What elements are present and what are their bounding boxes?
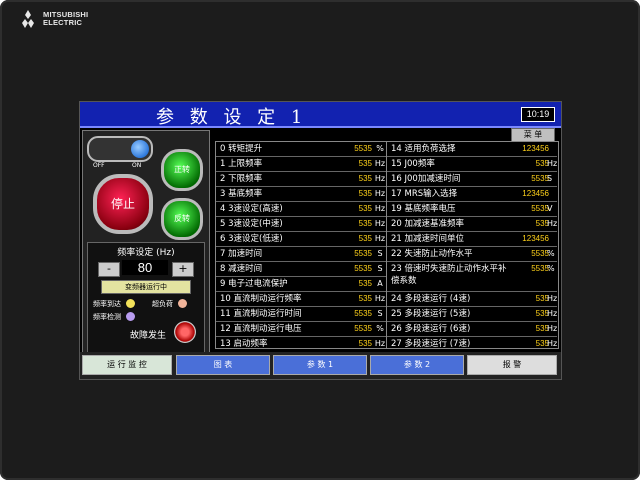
frequency-panel: 频率设定 (Hz) - 80 + 变频器运行中 频率到达 超负荷 频率检测 故障… [87, 242, 205, 370]
parameter-row[interactable]: 0 转矩提升 5535% [216, 142, 386, 157]
parameter-column-left: 0 转矩提升 5535% 1 上限频率 535 Hz 2 下限频率 535 Hz 3 基底… [216, 142, 387, 351]
three-diamonds-icon [22, 10, 34, 28]
parameter-row[interactable]: 17 MRS输入选择 123456 [387, 187, 557, 202]
parameter-row[interactable]: 4 3速设定(高速) 535 Hz [216, 202, 386, 217]
nav-params1-button[interactable]: 参 数 1 [273, 355, 367, 375]
freq-reached-lamp-icon [126, 299, 135, 308]
parameter-row[interactable]: 24 多段速运行 (4速) 535 Hz [387, 292, 557, 307]
clock-display: 10:19 [521, 107, 555, 122]
parameter-row[interactable]: 13 启动频率 535 Hz [216, 337, 386, 351]
forward-button[interactable]: 正转 [161, 149, 203, 191]
parameter-column-right: 14 适用负荷选择 123456 15 J00频率 535 Hz 16 J00加减速时… [387, 142, 557, 351]
control-panel: OFF ON 停止 正转 反转 频率设定 (Hz) - 80 + 变频器运行中 … [82, 130, 210, 375]
parameter-row[interactable]: 21 加减速时间单位 123456 [387, 232, 557, 247]
frequency-value-field[interactable]: 80 [122, 260, 168, 275]
frequency-increase-button[interactable]: + [172, 262, 194, 277]
brand-name-line2: ELECTRIC [43, 18, 83, 27]
parameter-row[interactable]: 5 3速设定(中速) 535 Hz [216, 217, 386, 232]
parameter-row[interactable]: 16 J00加减速时间 5535 S [387, 172, 557, 187]
parameter-row[interactable]: 3 基底频率 535 Hz [216, 187, 386, 202]
parameter-row[interactable]: 8 减速时间 5535 S [216, 262, 386, 277]
parameter-row[interactable]: 12 直流制动运行电压 5535% [216, 322, 386, 337]
toggle-on-label: ON [132, 162, 142, 169]
fault-label: 故障发生 [130, 331, 167, 341]
hmi-bezel: MITSUBISHI ELECTRIC 参 数 设 定 1 10:19 菜 单 … [0, 0, 640, 480]
page-title: 参 数 设 定 1 [156, 107, 308, 128]
parameter-row[interactable]: 20 加减速基准频率 535 Hz [387, 217, 557, 232]
parameter-row[interactable]: 11 直流制动运行时间 5535 S [216, 307, 386, 322]
freq-reached-label: 频率到达 [93, 300, 121, 308]
overload-label: 超负荷 [152, 300, 173, 308]
inverter-running-button[interactable]: 变频器运行中 [101, 280, 191, 294]
navigation-bar: 运 行 监 控 图 表 参 数 1 参 数 2 报 警 [80, 352, 561, 379]
parameter-row[interactable]: 14 适用负荷选择 123456 [387, 142, 557, 157]
power-toggle[interactable] [87, 136, 153, 162]
nav-chart-button[interactable]: 图 表 [176, 355, 270, 375]
fault-reset-button[interactable] [174, 321, 196, 343]
nav-params2-button[interactable]: 参 数 2 [370, 355, 464, 375]
parameter-row[interactable]: 7 加速时间 5535 S [216, 247, 386, 262]
parameter-row[interactable]: 15 J00频率 535 Hz [387, 157, 557, 172]
parameter-row[interactable]: 2 下限频率 535 Hz [216, 172, 386, 187]
hmi-screen: 参 数 设 定 1 10:19 菜 单 OFF ON 停止 正转 反转 频率设定… [79, 101, 562, 380]
frequency-title: 频率设定 (Hz) [117, 248, 175, 258]
parameter-row[interactable]: 1 上限频率 535 Hz [216, 157, 386, 172]
parameter-table: 0 转矩提升 5535% 1 上限频率 535 Hz 2 下限频率 535 Hz 3 基底… [215, 141, 559, 349]
nav-alarm-button[interactable]: 报 警 [467, 355, 557, 375]
brand-logo: MITSUBISHI ELECTRIC [18, 10, 88, 28]
menu-button[interactable]: 菜 单 [511, 128, 555, 142]
parameter-row[interactable]: 19 基底频率电压 5535 V [387, 202, 557, 217]
parameter-row[interactable]: 23 倍速时失速防止动作水平补偿系数 5535% [387, 262, 557, 292]
parameter-row[interactable]: 26 多段速运行 (6速) 535 Hz [387, 322, 557, 337]
parameter-row[interactable]: 27 多段速运行 (7速) 535 Hz [387, 337, 557, 351]
parameter-row[interactable]: 25 多段速运行 (5速) 535 Hz [387, 307, 557, 322]
toggle-off-label: OFF [93, 162, 105, 169]
stop-button[interactable]: 停止 [93, 174, 153, 234]
nav-run-monitor-button[interactable]: 运 行 监 控 [82, 355, 172, 375]
freq-detect-label: 频率检测 [93, 313, 121, 321]
parameter-row[interactable]: 9 电子过电流保护 535 A [216, 277, 386, 292]
overload-lamp-icon [178, 299, 187, 308]
reverse-button[interactable]: 反转 [161, 198, 203, 240]
parameter-row[interactable]: 10 直流制动运行频率 535 Hz [216, 292, 386, 307]
title-bar: 参 数 设 定 1 10:19 [80, 102, 561, 128]
parameter-row[interactable]: 6 3速设定(低速) 535 Hz [216, 232, 386, 247]
frequency-decrease-button[interactable]: - [98, 262, 120, 277]
freq-detect-lamp-icon [126, 312, 135, 321]
parameter-row[interactable]: 22 失速防止动作水平 5535% [387, 247, 557, 262]
toggle-knob-icon [131, 140, 149, 158]
